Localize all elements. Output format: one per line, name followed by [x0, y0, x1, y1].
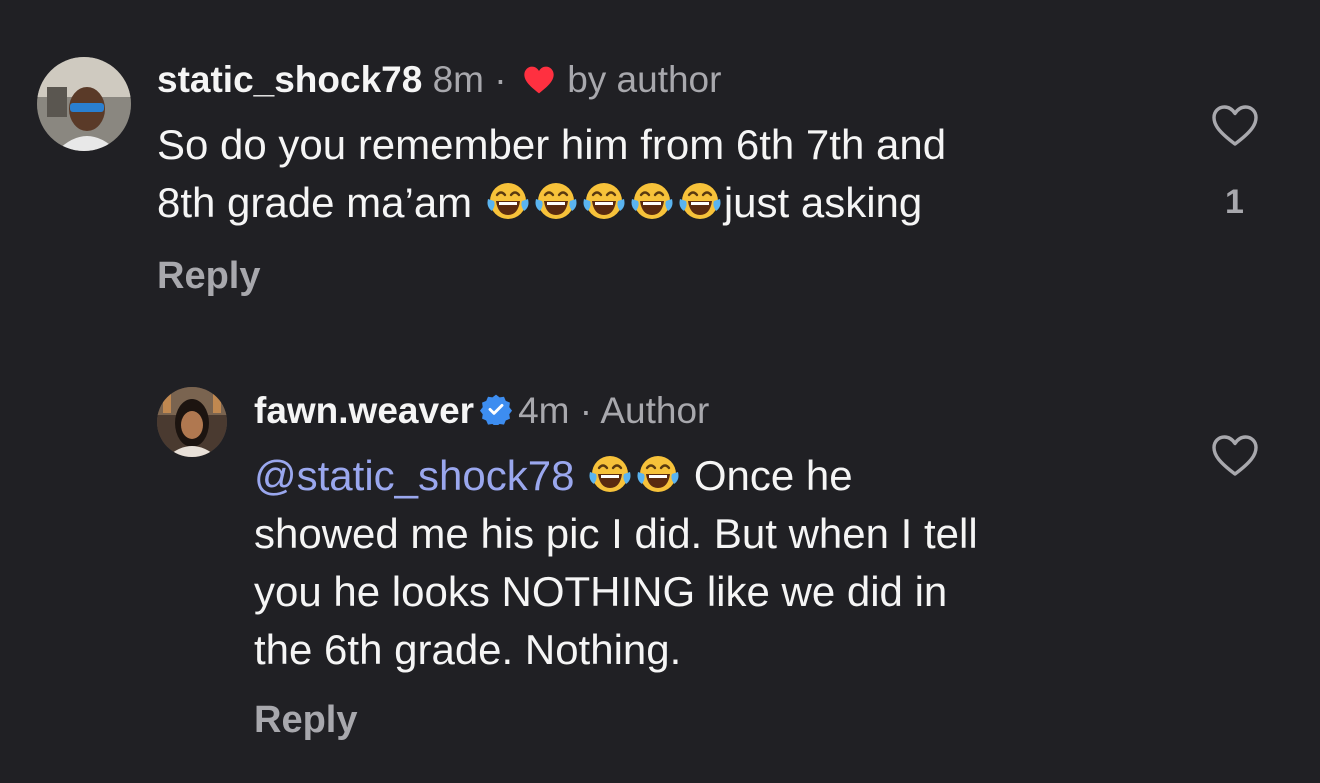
comment-text: @static_shock78 Once he showed me his pi…: [254, 447, 1184, 679]
comment-text-line: you he looks NOTHING like we did in: [254, 568, 948, 615]
face-with-tears-of-joy-emoji: [630, 179, 674, 223]
face-with-tears-of-joy-emoji: [588, 452, 632, 496]
like-count: 1: [1225, 183, 1244, 221]
face-with-tears-of-joy-emoji: [678, 179, 722, 223]
comment-text-line: showed me his pic I did. But when I tell: [254, 510, 978, 557]
reply-button[interactable]: Reply: [157, 255, 260, 298]
separator: ·: [579, 390, 593, 431]
face-with-tears-of-joy-emoji: [582, 179, 626, 223]
avatar[interactable]: [37, 57, 131, 151]
comment-text-line: So do you remember him from 6th 7th and: [157, 121, 947, 168]
comment-text-line: 8th grade ma’am: [157, 179, 473, 226]
username[interactable]: static_shock78: [157, 59, 422, 100]
face-with-tears-of-joy-emoji: [486, 179, 530, 223]
heart-outline-icon[interactable]: [1211, 434, 1259, 478]
comment-text-line: Once he: [693, 452, 853, 499]
comment-header: static_shock78 8m · by author: [157, 58, 721, 102]
comment-text-line: the 6th grade. Nothing.: [254, 626, 682, 673]
verified-badge-icon: [480, 394, 513, 425]
heart-outline-icon[interactable]: [1211, 104, 1259, 148]
username[interactable]: fawn.weaver: [254, 390, 474, 431]
face-with-tears-of-joy-emoji: [534, 179, 578, 223]
timestamp: 8m: [432, 59, 485, 100]
comment-header: fawn.weaver 4m · Author: [254, 389, 709, 433]
author-label: Author: [600, 390, 710, 431]
mention-link[interactable]: @static_shock78: [254, 452, 574, 499]
avatar[interactable]: [157, 387, 227, 457]
face-with-tears-of-joy-emoji: [636, 452, 680, 496]
comment-text: So do you remember him from 6th 7th and …: [157, 116, 1187, 232]
comment-text-line: just asking: [723, 179, 923, 226]
heart-filled-icon: [524, 66, 554, 94]
liked-by-author-label: by author: [567, 59, 722, 100]
reply-button[interactable]: Reply: [254, 699, 357, 742]
separator: ·: [494, 59, 507, 100]
timestamp: 4m: [518, 390, 570, 431]
